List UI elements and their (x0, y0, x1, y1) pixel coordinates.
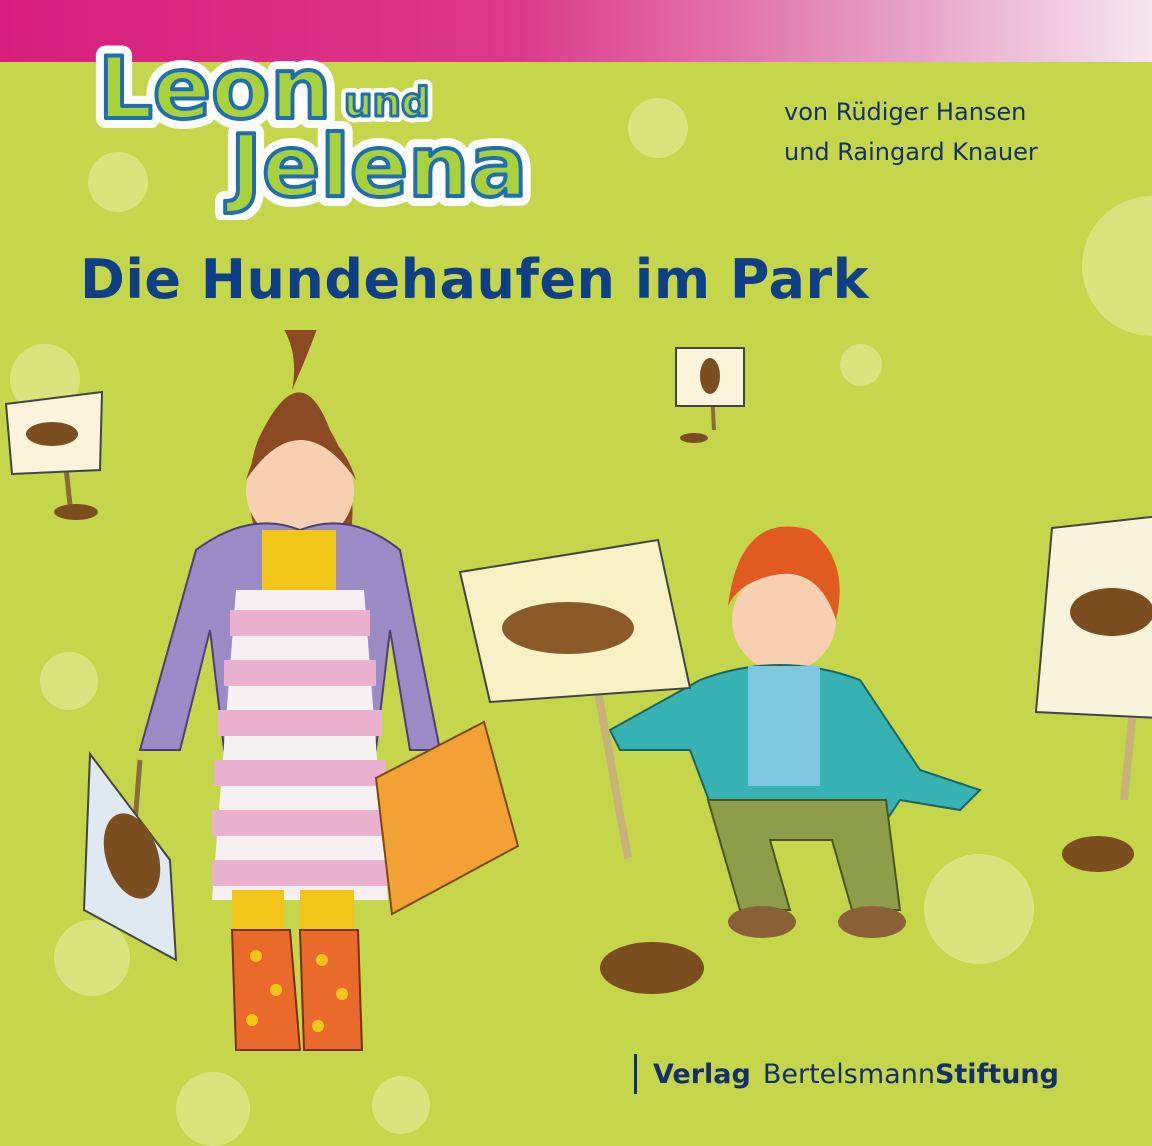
publisher-name-regular: Bertelsmann (762, 1058, 935, 1090)
decor-bubble (1082, 196, 1152, 336)
sign-left-far (4, 390, 104, 520)
authors: von Rüdiger Hansen und Raingard Knauer (784, 92, 1038, 172)
cover-illustration (4, 330, 1152, 1051)
publisher-imprint: Verlag Bertelsmann Stiftung (634, 1052, 1059, 1096)
sign-right (1034, 515, 1152, 872)
decor-bubble (628, 98, 688, 158)
book-title: Die Hundehaufen im Park (80, 248, 869, 311)
publisher-divider (634, 1054, 637, 1094)
book-cover: Leon Leon und und Jelena Jelena von Rüdi… (0, 0, 1152, 1146)
dog-poo (600, 942, 704, 994)
sign-girl-orange (374, 720, 520, 916)
author-line-1: von Rüdiger Hansen (784, 98, 1027, 126)
publisher-verlag: Verlag (653, 1058, 751, 1090)
girl-jelena (138, 330, 442, 1051)
logo-jelena: Jelena (225, 117, 527, 217)
series-logo: Leon Leon und und Jelena Jelena (88, 30, 537, 220)
author-line-2: und Raingard Knauer (784, 138, 1038, 166)
publisher-name-bold: Stiftung (934, 1058, 1059, 1090)
sign-girl-left (82, 751, 178, 962)
sign-mid-far (675, 347, 745, 443)
